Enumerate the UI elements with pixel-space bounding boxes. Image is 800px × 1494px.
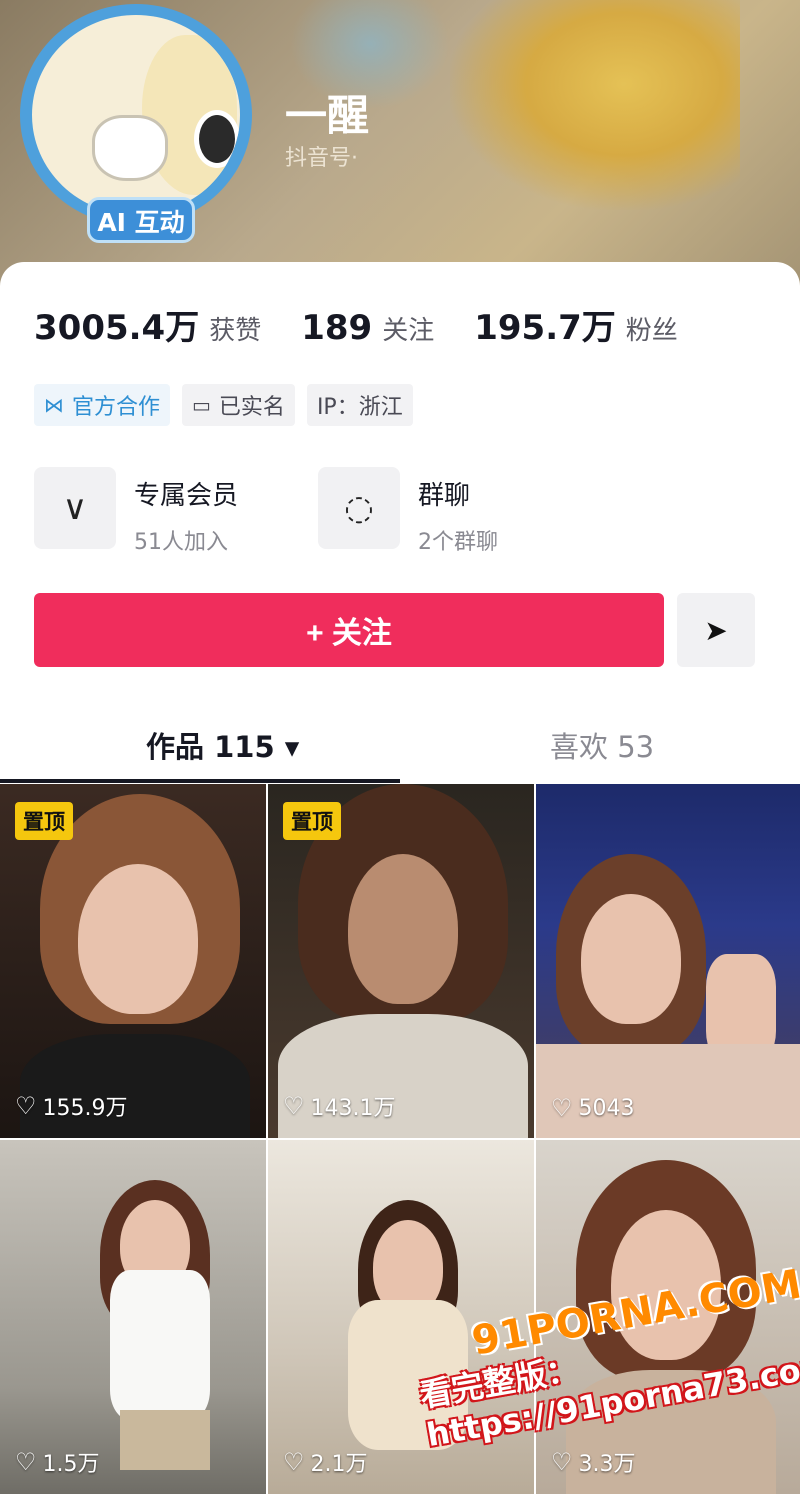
video-likes: ♡ 5043 [551, 1094, 635, 1122]
membership-subtitle: 51人加入 [134, 530, 228, 555]
official-partner-icon: ⋈ [44, 393, 64, 417]
heart-icon: ♡ [15, 1448, 37, 1476]
heart-icon: ♡ [283, 1092, 305, 1120]
video-likes: ♡ 155.9万 [15, 1092, 128, 1121]
group-chat-subtitle: 2个群聊 [418, 530, 498, 555]
video-likes: ♡ 1.5万 [15, 1448, 100, 1477]
followers-count[interactable]: 195.7万 [474, 300, 616, 349]
official-partner-tag[interactable]: ⋈ 官方合作 [34, 384, 171, 426]
tab-likes[interactable]: 喜欢 53 [550, 724, 654, 766]
ip-location-tag: IP：浙江 [306, 384, 413, 426]
send-icon[interactable]: ➤ [677, 593, 755, 667]
video-thumbnail[interactable]: ♡ 1.5万 [0, 1140, 266, 1494]
membership-title: 专属会员 [134, 481, 239, 511]
membership-entry[interactable]: ∨ 专属会员 51人加入 [34, 467, 238, 556]
group-chat-title: 群聊 [418, 481, 471, 511]
following-count[interactable]: 189 [301, 308, 372, 348]
group-chat-icon: ◌ [318, 467, 400, 549]
video-thumbnail[interactable]: ♡ 5043 [536, 784, 800, 1138]
video-likes: ♡ 143.1万 [283, 1092, 396, 1121]
header-background-decoration [450, 0, 740, 210]
followers-label: 粉丝 [625, 316, 678, 346]
profile-name: 一醒 [285, 91, 370, 140]
likes-count[interactable]: 3005.4万 [34, 300, 199, 349]
heart-icon: ♡ [551, 1448, 573, 1476]
avatar[interactable] [32, 15, 240, 215]
tab-works[interactable]: 作品 115 ▾ [146, 724, 299, 766]
id-card-icon: ▭ [192, 393, 211, 417]
heart-icon: ♡ [283, 1448, 305, 1476]
heart-icon: ♡ [551, 1094, 573, 1122]
video-likes: ♡ 2.1万 [283, 1448, 368, 1477]
following-label: 关注 [382, 316, 435, 346]
profile-stats: 3005.4万 获赞 189 关注 195.7万 粉丝 [34, 300, 708, 349]
likes-label: 获赞 [209, 316, 262, 346]
pinned-badge: 置顶 [283, 802, 341, 840]
pinned-badge: 置顶 [15, 802, 73, 840]
verified-tag[interactable]: ▭ 已实名 [182, 384, 295, 426]
video-thumbnail[interactable]: 置顶 ♡ 143.1万 [268, 784, 534, 1138]
profile-header: AI 互动 一醒 抖音号· [0, 0, 800, 300]
video-thumbnail[interactable]: 置顶 ♡ 155.9万 [0, 784, 266, 1138]
ai-interact-badge[interactable]: AI 互动 [87, 197, 195, 243]
active-tab-indicator [0, 779, 400, 783]
follow-button[interactable]: + 关注 [34, 593, 664, 667]
group-chat-entry[interactable]: ◌ 群聊 2个群聊 [318, 467, 498, 556]
vip-icon: ∨ [34, 467, 116, 549]
video-likes: ♡ 3.3万 [551, 1448, 636, 1477]
douyin-id[interactable]: 抖音号· [285, 140, 358, 172]
profile-tags: ⋈ 官方合作 ▭ 已实名 IP：浙江 [34, 384, 413, 426]
heart-icon: ♡ [15, 1092, 37, 1120]
